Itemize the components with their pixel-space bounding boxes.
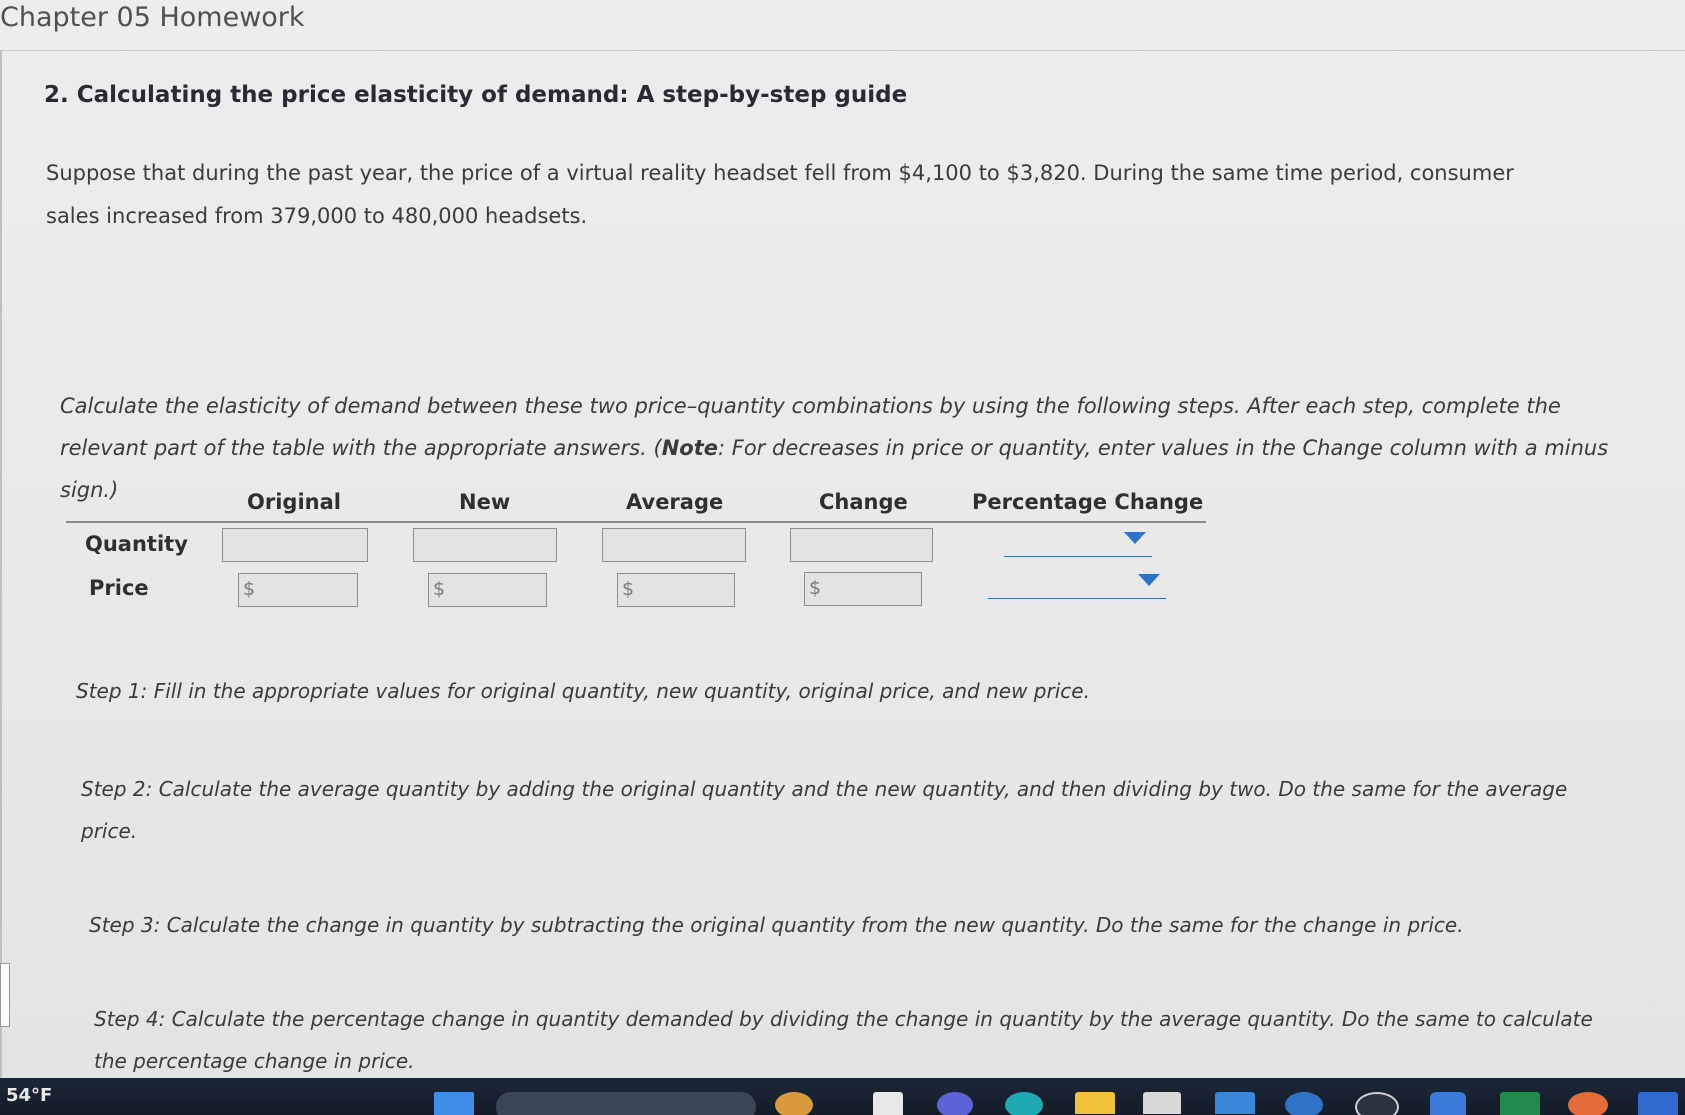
quantity-change-input[interactable] — [790, 528, 933, 562]
title-divider — [0, 50, 1685, 51]
powerpoint-icon[interactable] — [1568, 1092, 1608, 1115]
question-intro: Suppose that during the past year, the p… — [46, 161, 1514, 228]
table-header-rule — [66, 521, 1206, 523]
mail-icon[interactable] — [1215, 1092, 1255, 1114]
dell-icon[interactable] — [1355, 1092, 1399, 1115]
step-4: Step 4: Calculate the percentage change … — [94, 1007, 1593, 1073]
chevron-down-icon[interactable] — [1138, 574, 1160, 586]
zoom-icon[interactable] — [1430, 1092, 1466, 1115]
store-icon[interactable] — [1143, 1092, 1181, 1114]
column-header-new: New — [459, 490, 511, 514]
chevron-down-icon[interactable] — [1124, 532, 1146, 544]
facebook-icon[interactable] — [1285, 1092, 1323, 1115]
instructions-note-label: Note — [661, 436, 718, 460]
app-title: Chapter 05 Homework — [0, 2, 305, 33]
teams-icon[interactable] — [937, 1092, 973, 1115]
edge-browser-icon[interactable] — [1005, 1092, 1043, 1115]
dollar-sign: $ — [809, 577, 822, 599]
price-average-input[interactable]: $ — [617, 573, 735, 607]
taskbar-search-input[interactable] — [496, 1092, 756, 1115]
column-header-average: Average — [626, 490, 724, 514]
excel-icon[interactable] — [1500, 1092, 1540, 1115]
scrollbar-handle[interactable] — [0, 963, 10, 1027]
row-label-quantity: Quantity — [85, 532, 188, 556]
price-change-input[interactable]: $ — [804, 572, 922, 606]
column-header-percentage-change: Percentage Change — [972, 490, 1204, 514]
price-new-input[interactable]: $ — [428, 573, 547, 607]
step-3: Step 3: Calculate the change in quantity… — [89, 913, 1464, 937]
dollar-sign: $ — [433, 578, 446, 600]
question-title: 2. Calculating the price elasticity of d… — [44, 82, 908, 108]
dollar-sign: $ — [243, 578, 256, 600]
folder-icon[interactable] — [1075, 1092, 1115, 1114]
column-header-original: Original — [247, 490, 341, 514]
quantity-percentage-change-dropdown[interactable] — [1004, 526, 1152, 557]
step-2: Step 2: Calculate the average quantity b… — [81, 777, 1568, 843]
taskbar: 54°F — [0, 1078, 1685, 1115]
column-header-change: Change — [819, 490, 908, 514]
homework-page: Chapter 05 Homework 2. Calculating the p… — [0, 0, 1685, 1078]
word-icon[interactable] — [1638, 1092, 1678, 1115]
step-1: Step 1: Fill in the appropriate values f… — [76, 679, 1090, 703]
quantity-original-input[interactable] — [222, 528, 368, 562]
left-edge-border — [0, 50, 2, 1078]
price-percentage-change-dropdown[interactable] — [988, 568, 1166, 599]
quantity-average-input[interactable] — [602, 528, 746, 562]
quantity-new-input[interactable] — [413, 528, 557, 562]
row-label-price: Price — [89, 576, 149, 600]
weather-temperature[interactable]: 54°F — [6, 1085, 52, 1106]
price-original-input[interactable]: $ — [238, 573, 358, 607]
dollar-sign: $ — [622, 578, 635, 600]
windows-start-icon[interactable] — [434, 1092, 474, 1115]
file-icon[interactable] — [873, 1092, 903, 1115]
app-icon[interactable] — [775, 1092, 813, 1115]
